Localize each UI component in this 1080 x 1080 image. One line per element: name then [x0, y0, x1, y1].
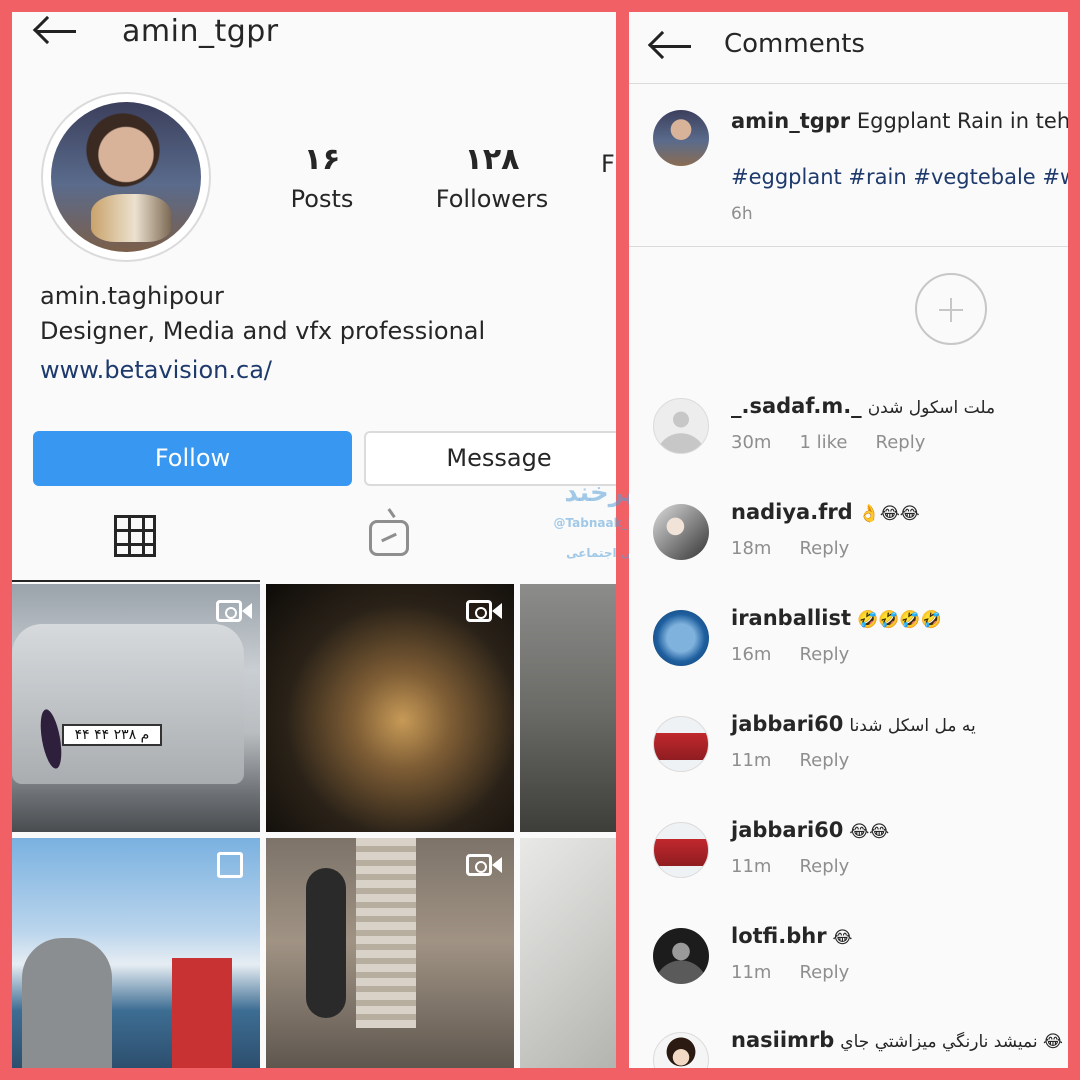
avatar[interactable]: [653, 1032, 709, 1068]
comment-username[interactable]: jabbari60: [731, 818, 843, 842]
comment-item: jabbari60 😂😂 11m Reply: [629, 818, 1068, 922]
avatar[interactable]: [653, 610, 709, 666]
post-thumbnail[interactable]: [266, 584, 514, 832]
caption-username[interactable]: amin_tgpr: [731, 109, 850, 133]
comment-text: 🤣🤣🤣🤣: [857, 610, 942, 630]
caption-hashtags[interactable]: #eggplant #rain #vegtebale #weather: [731, 165, 1068, 189]
caption-text: Eggplant Rain in tehran: [856, 109, 1068, 133]
comment-text: 😂: [832, 928, 853, 948]
profile-website-link[interactable]: www.betavision.ca/: [40, 356, 272, 384]
person-shape: [306, 868, 346, 1018]
comment-username[interactable]: iranballist: [731, 606, 851, 630]
reply-button[interactable]: Reply: [799, 962, 849, 983]
posts-count: ۱۶: [303, 142, 341, 177]
comment-time: 11m: [731, 750, 772, 771]
comments-panel: Comments amin_tgpr Eggplant Rain in tehr…: [629, 12, 1068, 1068]
comment-username[interactable]: nasiimrb: [731, 1028, 834, 1052]
grid-icon: [114, 515, 156, 557]
comment-item: nadiya.frd 👌😂😂 18m Reply: [629, 500, 1068, 604]
comment-username[interactable]: nadiya.frd: [731, 500, 853, 524]
post-thumbnail[interactable]: [266, 838, 514, 1068]
comment-text: 👌😂😂: [858, 504, 920, 524]
back-arrow-icon[interactable]: [32, 15, 78, 47]
comment-text: 😂😂: [849, 822, 890, 842]
follow-button[interactable]: Follow: [33, 431, 352, 486]
comment-item: jabbari60 یه مل اسکل شدنا 11m Reply: [629, 712, 1068, 816]
person-shape: [22, 938, 112, 1068]
column-shape: [356, 838, 416, 1028]
avatar[interactable]: [653, 928, 709, 984]
add-comment-icon[interactable]: [915, 273, 987, 345]
reply-button[interactable]: Reply: [876, 432, 926, 453]
followers-stat[interactable]: ۱۲۸ Followers: [432, 142, 552, 213]
default-avatar-icon[interactable]: [653, 398, 709, 454]
post-thumbnail[interactable]: [520, 584, 616, 832]
profile-username: amin_tgpr: [122, 14, 279, 49]
following-stat[interactable]: F: [601, 142, 616, 178]
comment-time: 30m: [731, 432, 772, 453]
car-rear-shape: [12, 624, 244, 784]
profile-tabs: [12, 492, 616, 582]
comments-header: Comments: [629, 12, 1068, 84]
reply-button[interactable]: Reply: [799, 750, 849, 771]
comment-time: 11m: [731, 856, 772, 877]
comment-text: یه مل اسکل شدنا: [849, 716, 976, 736]
followers-count: ۱۲۸: [464, 142, 520, 177]
post-thumbnail[interactable]: ۴۴ م ۲۳۸ ۴۴: [12, 584, 260, 832]
caption: amin_tgpr Eggplant Rain in tehran: [731, 109, 1068, 133]
divider: [629, 246, 1068, 247]
video-icon: [216, 598, 252, 624]
comment-likes[interactable]: 1 like: [799, 432, 847, 453]
profile-avatar[interactable]: [41, 92, 211, 262]
avatar-photo: [51, 102, 201, 252]
avatar[interactable]: [653, 504, 709, 560]
comment-text: ملت اسکول شدن: [867, 398, 996, 418]
comment-time: 11m: [731, 962, 772, 983]
avatar[interactable]: [653, 716, 709, 772]
reply-button[interactable]: Reply: [799, 538, 849, 559]
posts-label: Posts: [290, 185, 354, 213]
carousel-icon: [217, 852, 243, 878]
avatar[interactable]: [653, 822, 709, 878]
comment-username[interactable]: jabbari60: [731, 712, 843, 736]
profile-display-name: amin.taghipour: [40, 282, 224, 310]
comment-item: nasiimrb نميشد نارنگي ميزاشتي جاي 😂: [629, 1028, 1068, 1068]
profile-panel: amin_tgpr ۱۶ Posts ۱۲۸ Followers F amin.…: [12, 12, 616, 1068]
followers-label: Followers: [435, 185, 549, 213]
comments-title: Comments: [724, 29, 865, 59]
tab-grid[interactable]: [12, 492, 260, 582]
video-icon: [466, 852, 502, 878]
comment-username[interactable]: _.sadaf.m._: [731, 394, 862, 418]
profile-bio: Designer, Media and vfx professional: [40, 317, 486, 345]
comment-time: 16m: [731, 644, 772, 665]
igtv-icon[interactable]: [369, 520, 409, 556]
caption-time: 6h: [731, 204, 753, 224]
caption-avatar[interactable]: [653, 110, 709, 166]
comment-item: _.sadaf.m._ ملت اسکول شدن 30m 1 like Reply: [629, 394, 1068, 498]
video-icon: [466, 598, 502, 624]
reply-button[interactable]: Reply: [799, 644, 849, 665]
comment-username[interactable]: lotfi.bhr: [731, 924, 827, 948]
post-thumbnail[interactable]: [12, 838, 260, 1068]
comment-item: lotfi.bhr 😂 11m Reply: [629, 924, 1068, 1028]
comment-time: 18m: [731, 538, 772, 559]
following-label: F: [601, 150, 615, 178]
person-shape: [172, 958, 232, 1068]
license-plate: ۴۴ م ۲۳۸ ۴۴: [62, 724, 162, 746]
comment-text: نميشد نارنگي ميزاشتي جاي 😂: [840, 1032, 1063, 1052]
posts-stat[interactable]: ۱۶ Posts: [287, 142, 357, 213]
profile-header: amin_tgpr: [12, 12, 616, 62]
comment-item: iranballist 🤣🤣🤣🤣 16m Reply: [629, 606, 1068, 710]
back-arrow-icon[interactable]: [647, 30, 693, 62]
post-thumbnail[interactable]: [520, 838, 616, 1068]
reply-button[interactable]: Reply: [799, 856, 849, 877]
